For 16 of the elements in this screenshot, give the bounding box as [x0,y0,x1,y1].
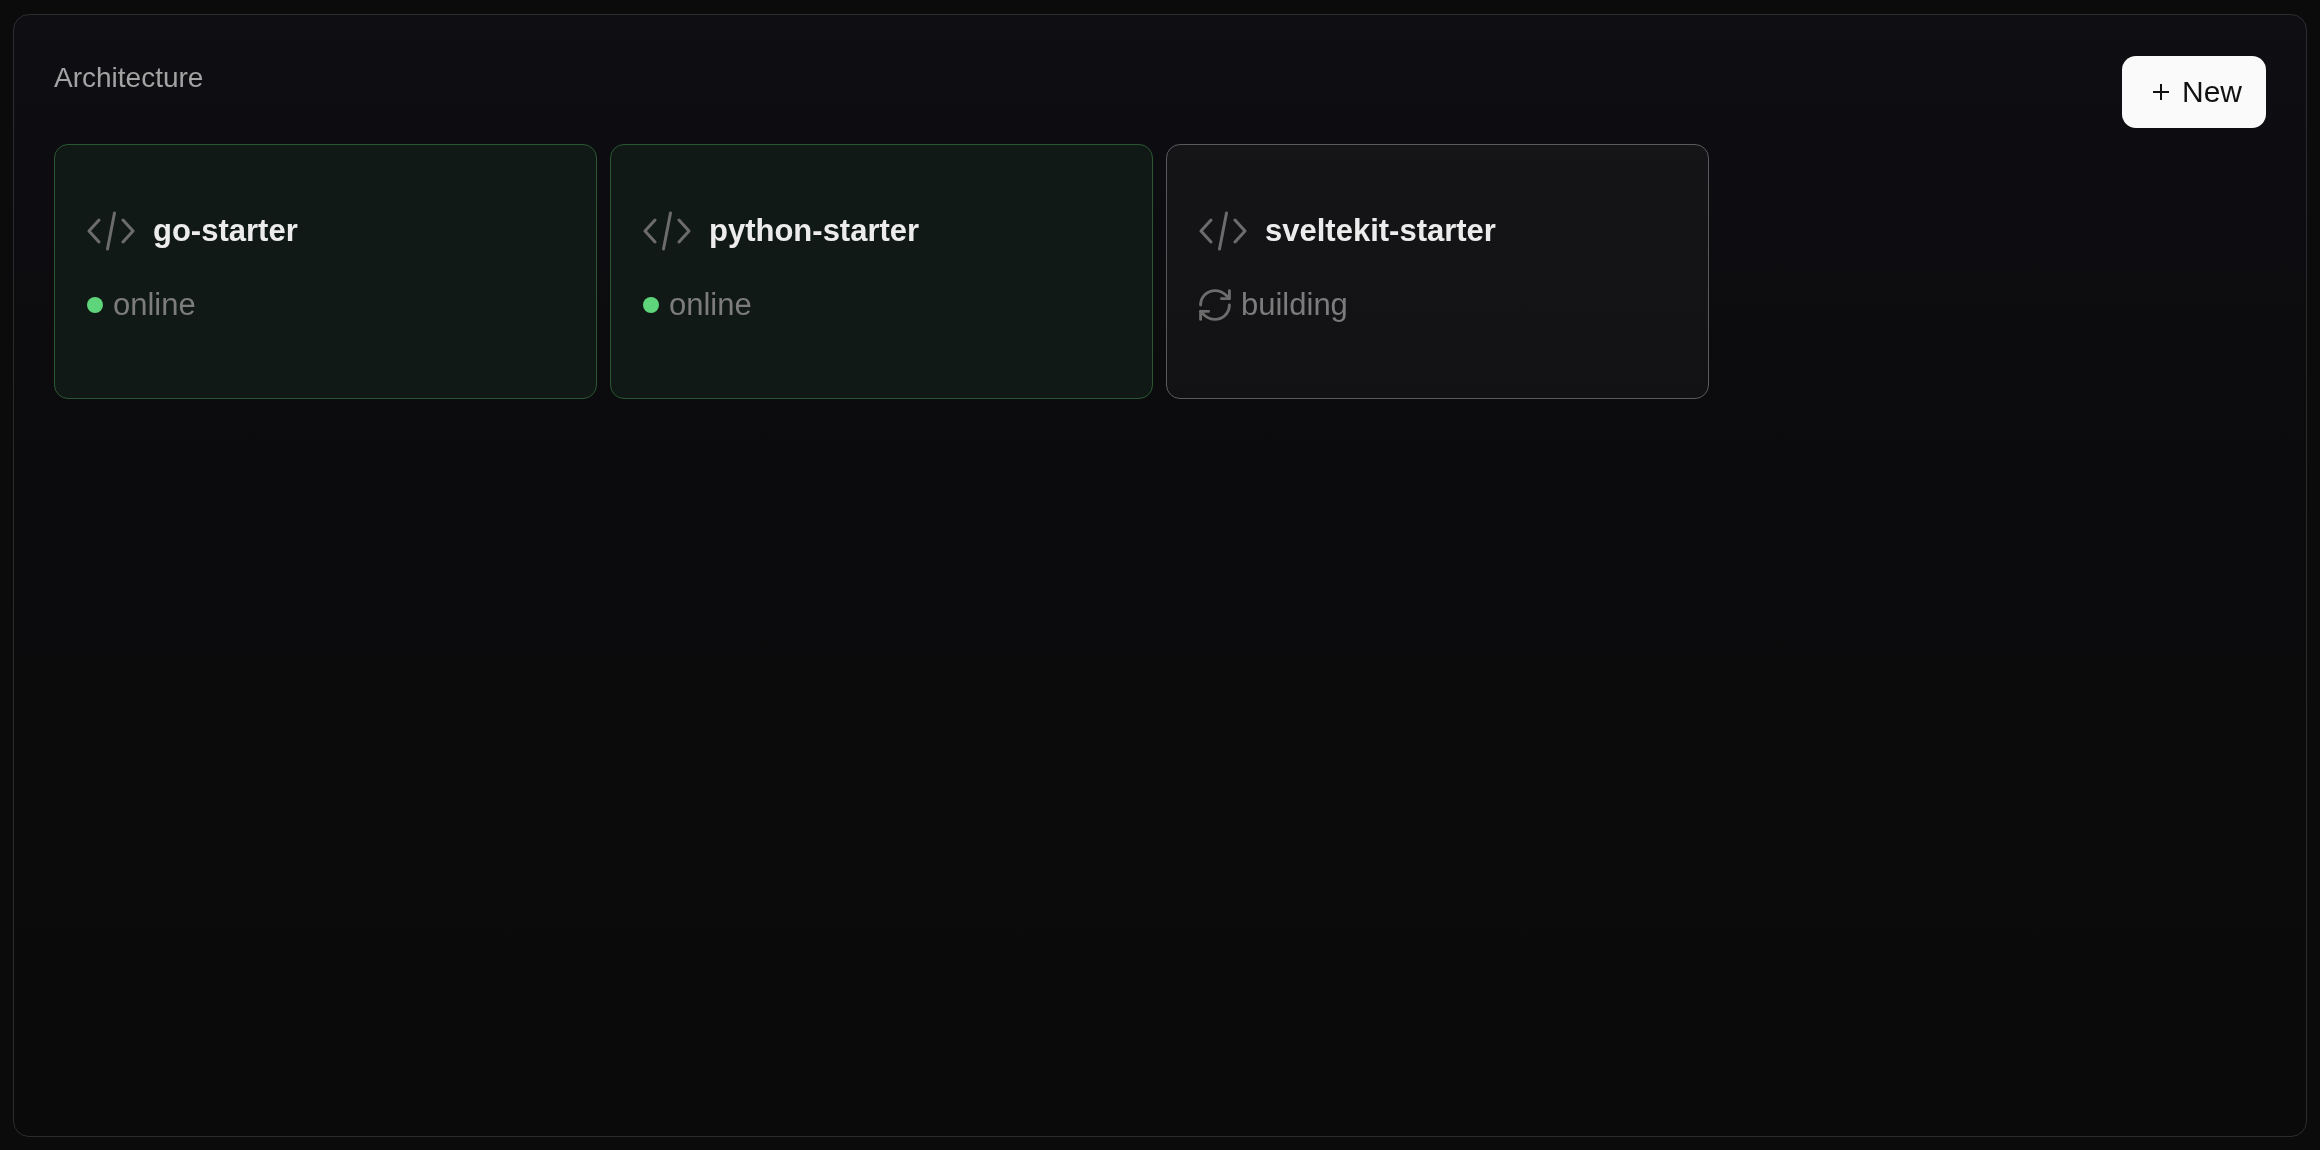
panel-title: Architecture [54,61,204,95]
status-label: online [113,287,196,323]
code-icon [643,211,691,251]
status-label: online [669,287,752,323]
service-card[interactable]: sveltekit-starter building [1166,144,1709,399]
code-icon [1199,211,1247,251]
service-name: go-starter [153,213,298,249]
code-icon [87,211,135,251]
new-button[interactable]: New [2122,56,2266,128]
service-card[interactable]: go-starter online [54,144,597,399]
service-name: sveltekit-starter [1265,213,1496,249]
refresh-icon [1199,289,1231,321]
service-name: python-starter [709,213,920,249]
status-label: building [1241,287,1348,323]
plus-icon [2152,83,2170,101]
service-card[interactable]: python-starter online [610,144,1153,399]
